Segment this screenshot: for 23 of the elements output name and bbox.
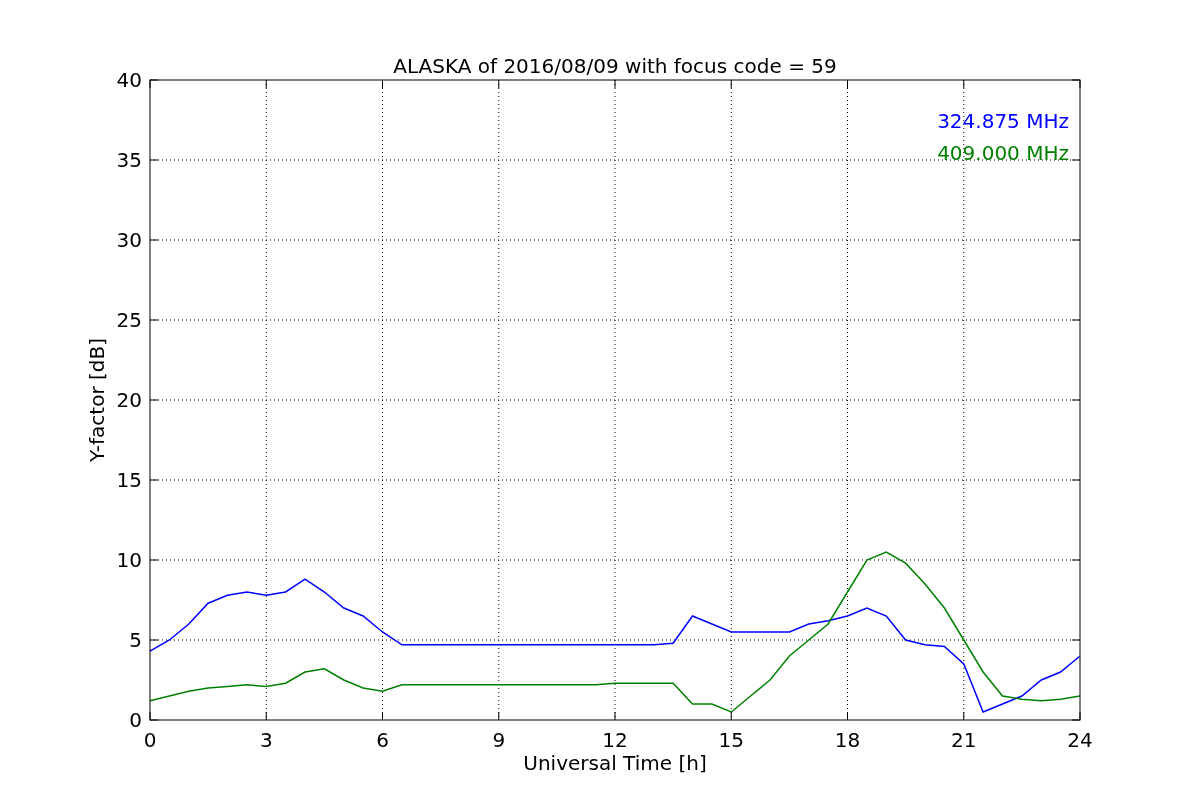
tick-label: 21: [951, 728, 977, 752]
tick-label: 9: [492, 728, 506, 752]
tick-label: 6: [376, 728, 389, 752]
tick-label: 0: [143, 728, 157, 752]
tick-label: 24: [1067, 728, 1093, 752]
tick-label: 3: [259, 728, 273, 752]
tick-label: 35: [116, 148, 142, 172]
legend-label: 324.875 MHz: [937, 109, 1069, 133]
tick-label: 40: [116, 68, 142, 92]
tick-label: 12: [602, 728, 628, 752]
tick-label: 20: [116, 388, 142, 412]
tick-label: 10: [116, 548, 142, 572]
tick-label: 18: [834, 728, 861, 752]
tick-label: 15: [718, 728, 744, 752]
tick-label: 5: [129, 628, 142, 652]
tick-label: 0: [129, 708, 142, 732]
chart-title: ALASKA of 2016/08/09 with focus code = 59: [393, 54, 837, 78]
y-axis-label: Y-factor [dB]: [85, 338, 109, 462]
x-axis-label: Universal Time [h]: [523, 751, 707, 775]
tick-label: 30: [116, 228, 142, 252]
tick-label: 25: [116, 308, 142, 332]
tick-label: 15: [116, 468, 142, 492]
legend-label: 409.000 MHz: [937, 141, 1069, 165]
